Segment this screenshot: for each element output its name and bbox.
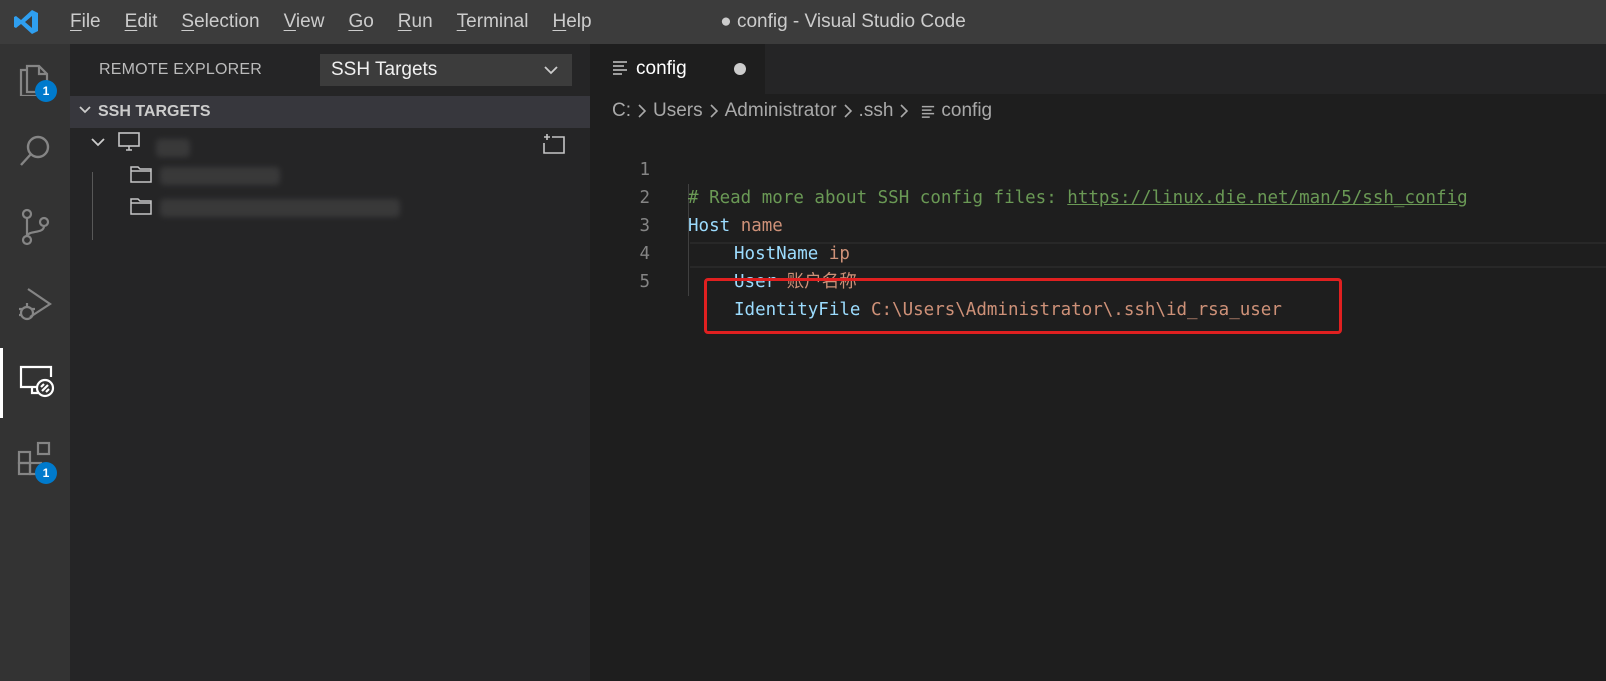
activity-remote-explorer[interactable] — [0, 348, 70, 418]
breadcrumb-item[interactable]: Users — [653, 100, 703, 122]
side-bar: REMOTE EXPLORER SSH Targets SSH TARGETS — [70, 44, 590, 681]
menu-help[interactable]: Help — [540, 0, 603, 44]
ssh-host-row[interactable] — [70, 128, 590, 160]
breadcrumb-item[interactable]: Administrator — [725, 100, 837, 122]
file-lines-icon — [612, 59, 628, 80]
annotation-highlight-box — [704, 278, 1342, 334]
source-control-icon — [19, 208, 51, 251]
sidebar-title: REMOTE EXPLORER — [99, 61, 263, 78]
menu-go[interactable]: Go — [336, 0, 385, 44]
new-window-icon[interactable] — [542, 133, 566, 160]
tab-config[interactable]: config — [590, 44, 765, 94]
sidebar-header: REMOTE EXPLORER SSH Targets — [70, 44, 590, 96]
breadcrumb: C: Users Administrator .ssh config — [590, 94, 1606, 128]
ssh-targets-dropdown[interactable]: SSH Targets — [320, 54, 572, 86]
remote-explorer-icon — [18, 363, 56, 404]
menu-view[interactable]: View — [272, 0, 337, 44]
menu-selection[interactable]: Selection — [169, 0, 271, 44]
activity-search[interactable] — [0, 118, 70, 188]
tab-label: config — [636, 58, 687, 79]
activity-explorer[interactable]: 1 — [0, 44, 70, 114]
file-lines-icon — [921, 104, 935, 118]
title-bar: File Edit Selection View Go Run Terminal… — [0, 0, 1606, 44]
remote-folder-row[interactable] — [70, 160, 590, 192]
breadcrumb-item[interactable]: config — [941, 100, 992, 122]
explorer-badge: 1 — [35, 80, 57, 102]
unsaved-dot-icon[interactable] — [734, 63, 746, 75]
ssh-targets-section-header[interactable]: SSH TARGETS — [70, 96, 590, 128]
line-number: 5 — [639, 272, 650, 292]
dropdown-value: SSH Targets — [331, 59, 438, 80]
folder-icon — [130, 165, 152, 188]
folder-icon — [130, 197, 152, 220]
menu-edit[interactable]: Edit — [113, 0, 170, 44]
tab-bar: config — [590, 44, 1606, 94]
activity-bar: 1 1 — [0, 44, 70, 681]
section-title: SSH TARGETS — [98, 103, 211, 120]
monitor-icon — [118, 131, 140, 157]
run-debug-icon — [16, 285, 54, 328]
menu-file[interactable]: File — [58, 0, 113, 44]
remote-folder-row[interactable] — [70, 192, 590, 224]
breadcrumb-item[interactable]: C: — [612, 100, 631, 122]
editor-area: config C: Users Administrator .ssh confi… — [590, 44, 1606, 681]
chevron-down-icon — [78, 103, 92, 122]
redacted-folder-name — [160, 167, 280, 185]
chevron-down-icon — [543, 62, 559, 84]
menu-run[interactable]: Run — [386, 0, 445, 44]
chevron-right-icon — [899, 103, 909, 119]
extensions-badge: 1 — [35, 462, 57, 484]
redacted-host-name — [156, 139, 190, 157]
breadcrumb-item[interactable]: .ssh — [859, 100, 894, 122]
code-line: 5 IdentityFile C:\Users\Administrator\.s… — [590, 240, 1606, 320]
code-line: 2 Host name — [590, 156, 1606, 236]
chevron-right-icon — [637, 103, 647, 119]
activity-source-control[interactable] — [0, 194, 70, 264]
code-line: 4 User 账户名称 — [590, 212, 1606, 292]
chevron-right-icon — [843, 103, 853, 119]
activity-extensions[interactable]: 1 — [0, 426, 70, 496]
menu-terminal[interactable]: Terminal — [445, 0, 541, 44]
chevron-right-icon — [709, 103, 719, 119]
activity-run-debug[interactable] — [0, 271, 70, 341]
vscode-logo-icon — [4, 0, 48, 44]
chevron-down-icon — [90, 134, 106, 155]
code-line: 3 HostName ip — [590, 184, 1606, 264]
search-icon — [17, 133, 53, 174]
code-line: 1 # Read more about SSH config files: ht… — [590, 128, 1606, 208]
redacted-folder-name — [160, 199, 400, 217]
menu-bar: File Edit Selection View Go Run Terminal… — [58, 0, 604, 44]
